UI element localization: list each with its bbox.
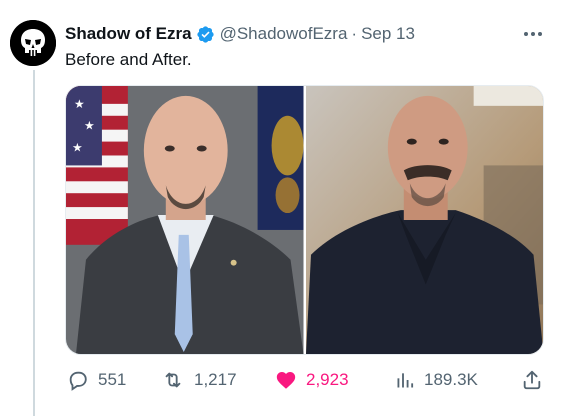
portrait-photo-suit-flags: ★ ★ ★ bbox=[66, 86, 304, 354]
before-photo[interactable]: ★ ★ ★ bbox=[66, 86, 304, 354]
tweet: Shadow of Ezra @ShadowofEzra · Sep 13 Be… bbox=[0, 0, 578, 416]
svg-text:★: ★ bbox=[72, 141, 83, 155]
more-options-icon[interactable] bbox=[521, 24, 545, 44]
svg-text:★: ★ bbox=[74, 97, 85, 111]
views-count: 189.3K bbox=[424, 370, 478, 389]
tweet-text: Before and After. bbox=[65, 50, 192, 69]
heart-filled-icon bbox=[276, 372, 296, 389]
share-button[interactable] bbox=[521, 367, 543, 393]
reply-count: 551 bbox=[98, 370, 127, 389]
skull-logo-icon bbox=[10, 20, 56, 66]
action-bar: 551 1,217 2,923 189.3K bbox=[65, 367, 545, 393]
verified-badge-icon bbox=[196, 25, 215, 44]
after-photo[interactable] bbox=[305, 86, 543, 354]
separator-dot: · bbox=[351, 24, 358, 43]
like-button[interactable]: 2,923 bbox=[275, 367, 349, 393]
user-handle[interactable]: @ShadowofEzra bbox=[220, 24, 348, 44]
share-icon bbox=[523, 370, 541, 390]
reply-button[interactable]: 551 bbox=[67, 367, 126, 393]
post-date[interactable]: Sep 13 bbox=[361, 24, 415, 44]
svg-text:★: ★ bbox=[84, 119, 95, 133]
views-button[interactable]: 189.3K bbox=[395, 367, 478, 393]
tweet-header: Shadow of Ezra @ShadowofEzra · Sep 13 bbox=[65, 23, 415, 45]
repost-icon bbox=[165, 372, 181, 388]
repost-button[interactable]: 1,217 bbox=[161, 367, 237, 393]
thread-line bbox=[33, 70, 35, 416]
portrait-photo-dark-shirt bbox=[305, 86, 543, 354]
reply-icon bbox=[69, 371, 87, 391]
like-count: 2,923 bbox=[306, 370, 349, 389]
display-name[interactable]: Shadow of Ezra bbox=[65, 24, 192, 44]
analytics-bars-icon bbox=[397, 373, 414, 388]
avatar[interactable] bbox=[10, 20, 56, 66]
media-grid: ★ ★ ★ bbox=[65, 85, 544, 355]
repost-count: 1,217 bbox=[194, 370, 237, 389]
